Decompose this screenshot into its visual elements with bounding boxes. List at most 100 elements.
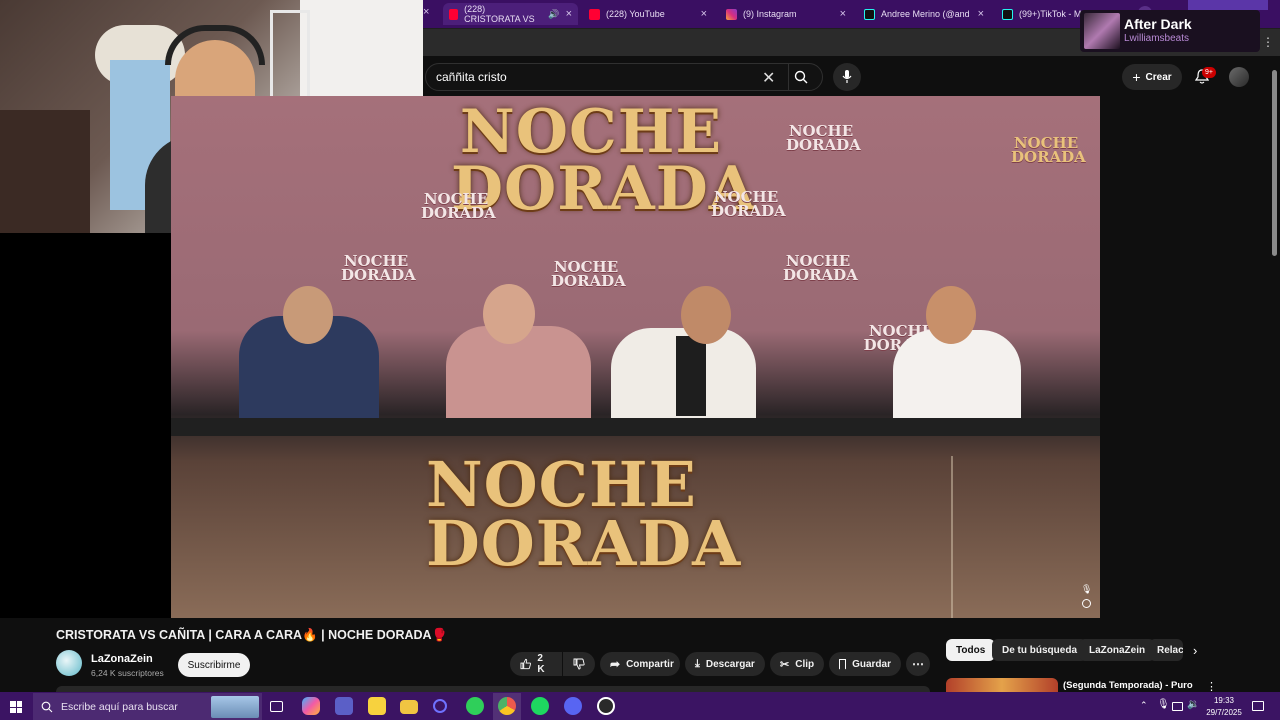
clip-button[interactable]: ✂ Clip (770, 652, 824, 676)
more-actions-button[interactable]: ⋯ (906, 652, 930, 676)
close-icon[interactable]: × (840, 8, 846, 20)
clear-icon[interactable]: ✕ (762, 68, 775, 88)
backdrop-logo: NOCHEDORADA (421, 190, 496, 223)
speaker-icon[interactable]: 🔊 (548, 9, 559, 20)
close-icon[interactable]: × (566, 8, 572, 20)
album-art (1084, 13, 1120, 49)
task-view-icon[interactable] (270, 701, 283, 712)
plus-icon: + (1132, 69, 1141, 85)
save-button[interactable]: Guardar (829, 652, 901, 676)
channel-name[interactable]: LaZonaZein (91, 653, 153, 665)
notification-center-icon[interactable] (1252, 701, 1264, 711)
create-label: Crear (1145, 71, 1172, 83)
sticky-notes-icon[interactable] (368, 697, 386, 715)
logo-text: NOCHE DORADA (426, 448, 742, 580)
microphone-icon[interactable]: 🎙 (1081, 584, 1092, 595)
chip-label: Relac (1157, 644, 1183, 656)
instagram-icon (726, 8, 737, 20)
taskbar-time[interactable]: 19:33 (1212, 696, 1236, 705)
thumbs-up-icon (520, 658, 531, 670)
obs-icon[interactable] (597, 697, 615, 715)
ring-ropes (951, 456, 1100, 618)
subscribe-button[interactable]: Suscribirme (178, 653, 250, 677)
like-button[interactable]: 2 K (510, 652, 562, 676)
tab-label: (228) CRISTORATA VS (464, 4, 535, 24)
panelist (893, 330, 1021, 426)
close-icon[interactable]: × (701, 8, 707, 20)
backdrop-logo: NOCHEDORADA (711, 188, 786, 221)
taskbar-search[interactable]: Escribe aquí para buscar (33, 693, 262, 720)
discord-icon[interactable] (564, 697, 582, 715)
share-icon: ➦ (610, 657, 621, 671)
search-query: caññita cristo (436, 70, 507, 84)
video-letterbox-left (0, 233, 171, 618)
target-icon[interactable] (1082, 599, 1091, 608)
more-horiz-icon: ⋯ (912, 657, 924, 671)
teams-icon[interactable] (335, 697, 353, 715)
video-title: CRISTORATA VS CAÑITA | CARA A CARA🔥 | NO… (56, 628, 448, 642)
dislike-button[interactable] (563, 652, 595, 676)
search-icon (794, 70, 808, 84)
chevron-right-icon[interactable]: › (1193, 643, 1197, 658)
share-button[interactable]: ➦ Compartir (600, 652, 680, 676)
bookmark-icon (839, 658, 847, 670)
related-title[interactable]: (Segunda Temporada) - Puro (1063, 680, 1193, 691)
panelist-head (483, 284, 535, 344)
chip-label: Todos (956, 644, 986, 656)
chevron-up-icon[interactable]: ⌃ (1140, 700, 1148, 711)
taskbar-date[interactable]: 29/7/2025 (1204, 708, 1244, 717)
download-icon: ⤓ (695, 657, 700, 670)
window-controls[interactable] (1188, 0, 1268, 10)
shirt (676, 336, 706, 416)
tab-instagram[interactable]: (9) Instagram × (720, 3, 852, 25)
windows-start-icon[interactable] (10, 701, 22, 713)
chip-label: De tu búsqueda (1002, 644, 1078, 656)
share-label: Compartir (626, 658, 674, 670)
microphone-icon (842, 70, 852, 83)
close-icon[interactable]: × (978, 8, 984, 20)
tab-cristorata[interactable]: (228) CRISTORATA VS 🔊 × (443, 3, 578, 25)
chip-label: LaZonaZein (1089, 644, 1146, 656)
chip-related[interactable]: Relac (1149, 639, 1183, 661)
volume-icon[interactable]: 🔉 (1187, 699, 1199, 710)
chip-channel[interactable]: LaZonaZein (1079, 639, 1156, 661)
scissors-icon: ✂ (780, 658, 790, 671)
tab-tiktok-andree[interactable]: Andree Merino (@andree × (858, 3, 990, 25)
panelist-head (926, 286, 976, 344)
network-icon[interactable] (1172, 702, 1183, 711)
chip-all[interactable]: Todos (946, 639, 996, 661)
app-icon[interactable] (433, 699, 447, 713)
scrollbar-thumb[interactable] (1272, 70, 1277, 256)
download-button[interactable]: ⤓ Descargar (685, 652, 765, 676)
more-vert-icon[interactable]: ⋮ (1262, 35, 1274, 49)
active-app-indicator (493, 693, 521, 720)
voice-search-button[interactable] (833, 63, 861, 91)
tab-label: (9) Instagram (743, 9, 797, 19)
file-explorer-icon[interactable] (400, 700, 418, 714)
microphone-icon[interactable]: 🎙 (1157, 699, 1170, 710)
related-thumbnail[interactable] (946, 678, 1058, 692)
search-button[interactable] (788, 66, 814, 88)
spotify-icon[interactable] (531, 697, 549, 715)
channel-avatar[interactable] (56, 650, 82, 676)
video-player[interactable]: NOCHE DORADA NOCHE DORADA NOCHE DORADA NOCH… (171, 96, 1100, 618)
youtube-icon (589, 8, 600, 20)
chip-from-search[interactable]: De tu búsqueda (992, 639, 1088, 661)
noche-dorada-logo-bottom: NOCHE DORADA (426, 448, 742, 580)
taskbar-search-placeholder: Escribe aquí para buscar (61, 700, 178, 713)
app-icon[interactable] (466, 697, 484, 715)
tiktok-icon (864, 8, 875, 20)
copilot-icon[interactable] (302, 697, 320, 715)
backdrop-logo: NOCHEDORADA (341, 252, 416, 285)
avatar[interactable] (1229, 67, 1249, 87)
create-button[interactable]: + Crear (1122, 64, 1182, 90)
search-icon (41, 701, 53, 712)
tab-label: Andree Merino (@andree (881, 9, 969, 19)
close-icon[interactable]: × (423, 6, 429, 18)
tab-youtube[interactable]: (228) YouTube × (583, 3, 713, 25)
search-input[interactable]: caññita cristo ✕ (425, 63, 823, 91)
search-highlight-image (211, 696, 259, 718)
now-playing-widget[interactable]: After Dark Lwilliamsbeats (1080, 10, 1260, 52)
clip-label: Clip (795, 658, 815, 670)
tab-label: (228) YouTube (606, 9, 665, 19)
